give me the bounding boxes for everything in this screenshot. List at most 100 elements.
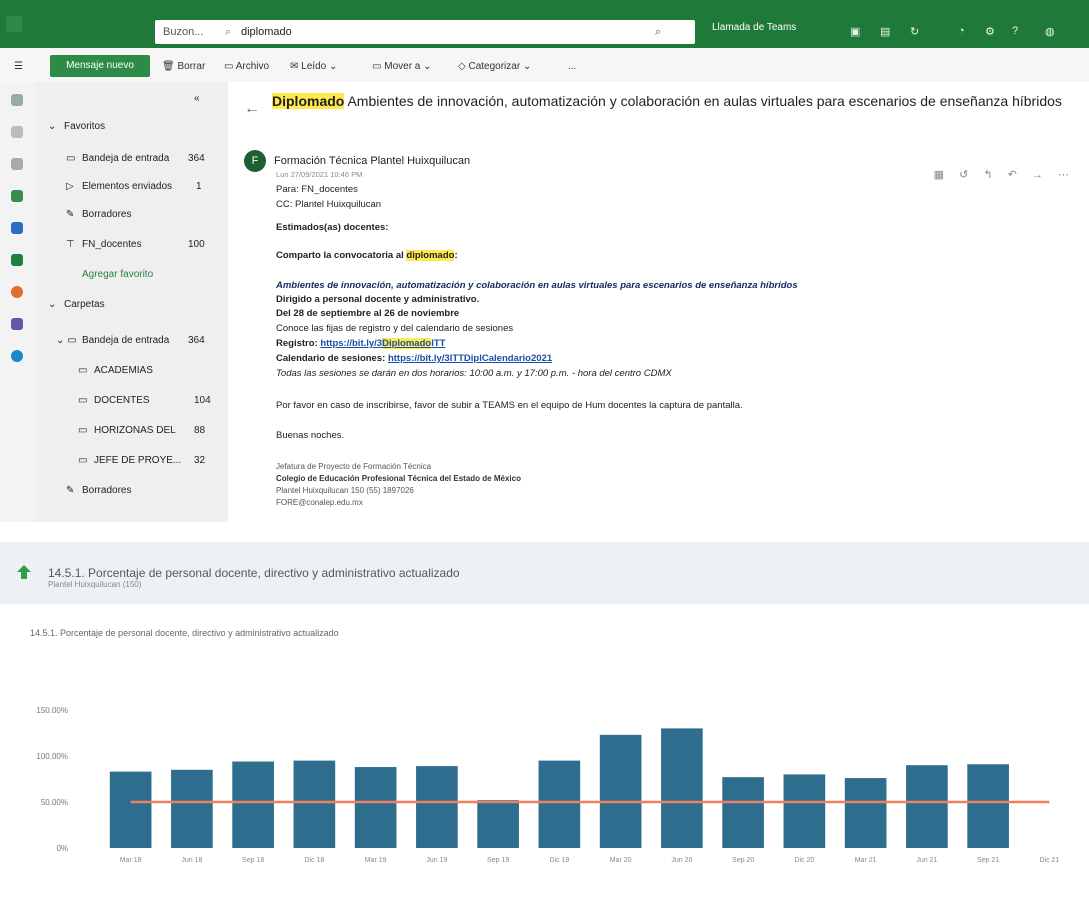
bar — [661, 728, 703, 848]
signature-line: Plantel Huixquilucan 150 (55) 1897026 — [276, 486, 414, 495]
x-tick-label: Sep 20 — [732, 857, 754, 864]
bar — [844, 778, 887, 848]
onedrive-icon[interactable] — [11, 350, 23, 362]
command-toolbar: ☰ Mensaje nuevo 🗑 Borrar ▭ Archivo ✉ Leí… — [0, 48, 1089, 82]
dates-line: Del 28 de septiembre al 26 de noviembre — [276, 308, 460, 319]
folder-item[interactable]: ⌄ ▭ Bandeja de entrada 364 — [36, 330, 228, 352]
indicator-title: 14.5.1. Porcentaje de personal docente, … — [48, 566, 460, 580]
word-icon[interactable] — [11, 222, 23, 234]
search-scope[interactable]: Buzon... — [163, 26, 203, 38]
avatar[interactable]: F — [244, 150, 266, 172]
know-line: Conoce las fijas de registro y del calen… — [276, 323, 514, 334]
new-mail-button[interactable]: Mensaje nuevo — [50, 55, 150, 77]
farewell: Buenas noches. — [276, 430, 345, 441]
bar — [722, 777, 764, 848]
bar — [906, 765, 948, 848]
chart-title: 14.5.1. Porcentaje de personal docente, … — [30, 628, 339, 638]
bar — [354, 767, 397, 848]
help-icon[interactable]: ? — [1012, 25, 1024, 37]
cc-line: CC: Plantel Huixquilucan — [276, 199, 382, 210]
bell-icon[interactable]: ◔ — [958, 25, 970, 37]
x-tick-label: Sep 18 — [242, 857, 264, 864]
y-tick-label: 0% — [56, 844, 68, 853]
calendar-link[interactable]: https://bit.ly/3ITTDiplCalendario2021 — [388, 353, 552, 364]
greeting: Estimados(as) docentes: — [276, 222, 389, 233]
gear-icon[interactable]: ⚙ — [985, 25, 997, 38]
apps-icon[interactable] — [6, 16, 22, 32]
folder-item[interactable]: ✎ Borradores — [36, 480, 228, 502]
signature-line: Colegio de Educación Profesional Técnica… — [276, 474, 521, 483]
x-tick-label: Dic 21 — [1039, 857, 1059, 864]
attach-icon[interactable] — [11, 158, 23, 170]
signature-line: Jefatura de Proyecto de Formación Técnic… — [276, 462, 432, 471]
x-tick-label: Jun 20 — [671, 857, 692, 864]
read-button[interactable]: ✉ Leído ⌄ — [290, 61, 337, 72]
directed-line: Dirigido a personal docente y administra… — [276, 294, 480, 305]
teams-icon[interactable]: ▣ — [850, 25, 862, 38]
more-button[interactable]: ... — [568, 61, 576, 72]
top-bar: Buzon... ⌕ diplomado ⌕ Llamada de Teams … — [0, 0, 1089, 48]
search-box[interactable]: Buzon... ⌕ diplomado ⌕ — [155, 20, 695, 44]
folders-header[interactable]: ⌄ Carpetas — [36, 294, 228, 316]
share-icon[interactable]: ↻ — [910, 25, 922, 38]
search-input[interactable]: diplomado — [241, 26, 292, 38]
x-tick-label: Dic 20 — [794, 857, 814, 864]
x-tick-label: Jun 21 — [916, 857, 937, 864]
calendar-line: Calendario de sesiones: https://bit.ly/3… — [276, 353, 553, 364]
menu-icon[interactable]: ☰ — [14, 61, 23, 72]
folder-item[interactable]: ▭ JEFE DE PROYE... 32 — [36, 450, 228, 472]
folder-item[interactable]: ▷ Elementos enviados 1 — [36, 176, 228, 198]
sender-name[interactable]: Formación Técnica Plantel Huixquilucan — [274, 155, 470, 167]
folder-item[interactable]: ▭ DOCENTES 104 — [36, 390, 228, 412]
folder-item[interactable]: ▭ Bandeja de entrada 364 — [36, 148, 228, 170]
calendar-icon[interactable]: ▤ — [880, 25, 892, 38]
x-tick-label: Dic 18 — [304, 857, 324, 864]
collapse-pane[interactable]: « — [36, 88, 228, 110]
delete-button[interactable]: 🗑 Borrar — [162, 61, 205, 72]
bar-chart: 0% 50.00% 100.00% 150.00% Mar 18 Jun 18 Sep 18… — [36, 706, 1059, 864]
bar — [109, 771, 152, 848]
favorites-header[interactable]: ⌄ Favoritos — [36, 116, 228, 138]
folder-item[interactable]: ▭ HORIZONAS DEL 88 — [36, 420, 228, 442]
indicator-header: 14.5.1. Porcentaje de personal docente, … — [0, 542, 1089, 604]
back-arrow-icon[interactable]: ← — [244, 100, 260, 118]
folder-item[interactable]: ▭ ACADEMIAS — [36, 360, 228, 382]
account-icon[interactable]: ◍ — [1045, 25, 1057, 38]
teams-rail-icon[interactable] — [11, 318, 23, 330]
archive-button[interactable]: ▭ Archivo — [224, 61, 269, 72]
x-tick-label: Mar 20 — [610, 857, 632, 864]
message-actions[interactable]: ▦ ↺ ↰ ↶ → ⋯ — [934, 168, 1075, 181]
excel-icon[interactable] — [11, 254, 23, 266]
reading-pane: ← Diplomado Ambientes de innovación, aut… — [232, 82, 1089, 522]
x-tick-label: Mar 21 — [855, 857, 877, 864]
bar — [538, 760, 581, 848]
bar — [783, 774, 826, 848]
mail-icon[interactable] — [11, 94, 23, 106]
folder-item[interactable]: ✎ Borradores — [36, 204, 228, 226]
bar — [293, 760, 336, 848]
share-line: Comparto la convocatoria al diplomado: — [276, 250, 458, 261]
x-tick-label: Mar 19 — [365, 857, 387, 864]
categorize-button[interactable]: ◇ Categorizar ⌄ — [458, 61, 531, 72]
y-tick-label: 150.00% — [36, 706, 68, 715]
indicator-arrow-icon — [17, 565, 31, 579]
message-date: Lun 27/09/2021 10:46 PM — [276, 170, 363, 179]
powerpoint-icon[interactable] — [11, 286, 23, 298]
edit-icon[interactable] — [11, 126, 23, 138]
folder-item[interactable]: ⊤ FN_docentes 100 — [36, 234, 228, 256]
search-icon[interactable]: ⌕ — [655, 26, 661, 39]
indicator-subtitle: Plantel Huixquilucan (150) — [48, 580, 142, 589]
favor-line: Por favor en caso de inscribirse, favor … — [276, 400, 743, 411]
x-tick-label: Mar 18 — [120, 857, 142, 864]
registro-link[interactable]: https://bit.ly/3DiplomadoITT — [320, 338, 445, 349]
add-favorite-link[interactable]: Agregar favorito — [36, 264, 228, 286]
bar — [232, 761, 274, 848]
sessions-line: Todas las sesiones se darán en dos horar… — [276, 368, 672, 379]
search-icon-inline: ⌕ — [225, 26, 232, 38]
registro-line: Registro: https://bit.ly/3DiplomadoITT — [276, 338, 446, 349]
move-to-button[interactable]: ▭ Mover a ⌄ — [372, 61, 432, 72]
signature-line: FORE@conalep.edu.mx — [276, 498, 363, 507]
todo-icon[interactable] — [11, 190, 23, 202]
bar — [416, 766, 458, 848]
meeting-button[interactable]: Llamada de Teams — [712, 22, 796, 42]
